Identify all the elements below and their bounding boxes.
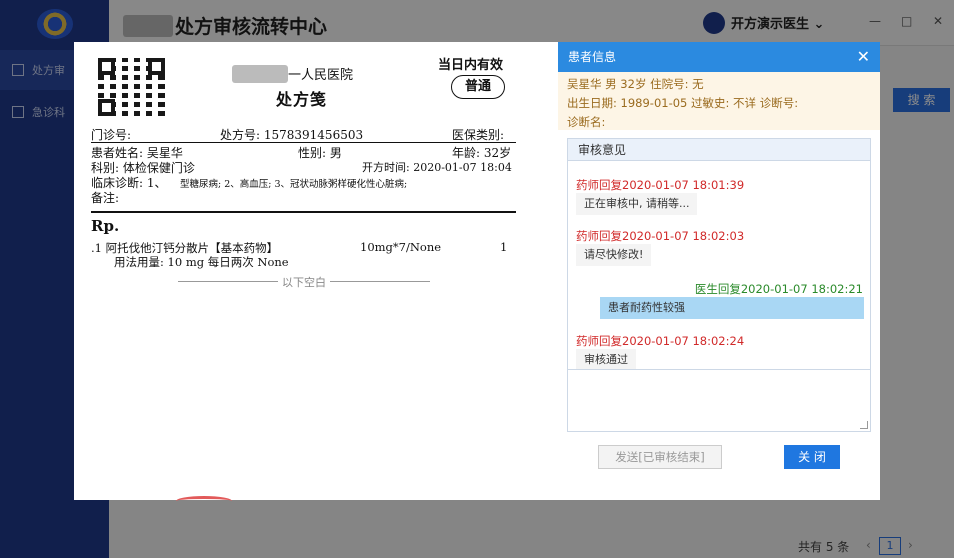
patient-summary-line: 吴星华 男 32岁 住院号: 无 <box>567 77 704 91</box>
stamp-mark <box>176 496 232 506</box>
review-title: 审核意见 <box>568 139 870 161</box>
reply-textarea[interactable] <box>568 369 870 431</box>
message-list[interactable]: 药师回复2020-01-07 18:01:39 正在审核中, 请稍等... 药师… <box>568 161 870 371</box>
patient-gender: 性别: 男 <box>298 146 342 160</box>
patient-summary: 吴星华 男 32岁 住院号: 无 出生日期: 1989-01-05 过敏史: 不… <box>558 72 880 130</box>
message-body: 正在审核中, 请稍等... <box>576 193 698 215</box>
send-button[interactable]: 发送[已审核结束] <box>598 445 722 469</box>
outpatient-number: 门诊号: <box>91 128 132 142</box>
message-meta: 药师回复2020-01-07 18:01:39 <box>576 178 745 192</box>
redacted-text <box>232 65 288 83</box>
validity-note: 当日内有效 <box>438 58 504 73</box>
review-comments: 审核意见 药师回复2020-01-07 18:01:39 正在审核中, 请稍等.… <box>567 138 871 432</box>
message-meta: 药师回复2020-01-07 18:02:03 <box>576 229 745 243</box>
divider <box>91 211 516 213</box>
patient-summary-line: 出生日期: 1989-01-05 过敏史: 不详 诊断号: <box>567 96 799 110</box>
rp-label: Rp. <box>91 217 120 235</box>
message-meta: 医生回复2020-01-07 18:02:21 <box>694 282 863 296</box>
blank-below-marker: 以下空白 <box>174 274 434 290</box>
drug-quantity: 1 <box>500 240 508 254</box>
prescription-type-badge: 普通 <box>451 75 505 99</box>
diagnosis-text: 型糖尿病; 2、高血压; 3、冠状动脉粥样硬化性心脏病; <box>180 179 408 190</box>
close-button[interactable]: 关 闭 <box>784 445 840 469</box>
prescription-number: 处方号: 1578391456503 <box>220 128 364 142</box>
message-body: 患者耐药性较强 <box>600 297 864 319</box>
hospital-name: 一人民医院 <box>232 64 353 83</box>
patient-summary-line: 诊断名: <box>567 115 606 129</box>
drug-spec: 10mg*7/None <box>360 240 442 254</box>
message-body: 审核通过 <box>576 349 636 371</box>
prescription-title: 处方笺 <box>276 90 328 109</box>
panel-title: 患者信息 <box>568 50 617 64</box>
message-meta: 药师回复2020-01-07 18:02:24 <box>576 334 745 348</box>
drug-usage: 用法用量: 10 mg 每日两次 None <box>114 255 289 269</box>
message-body: 请尽快修改! <box>576 244 652 266</box>
patient-info-panel: 患者信息 ✕ 吴星华 男 32岁 住院号: 无 出生日期: 1989-01-05… <box>558 42 880 500</box>
insurance-type: 医保类别: <box>452 128 505 142</box>
prescription-document: 一人民医院 处方笺 当日内有效 普通 门诊号: 处方号: 15783914565… <box>74 42 558 500</box>
resize-grip-icon[interactable] <box>860 421 868 429</box>
qr-code <box>98 58 165 116</box>
issue-time: 开方时间: 2020-01-07 18:04 <box>362 161 512 174</box>
panel-header: 患者信息 ✕ <box>558 42 880 72</box>
remark-label: 备注: <box>91 191 120 205</box>
close-icon[interactable]: ✕ <box>857 42 870 72</box>
divider <box>91 142 516 143</box>
